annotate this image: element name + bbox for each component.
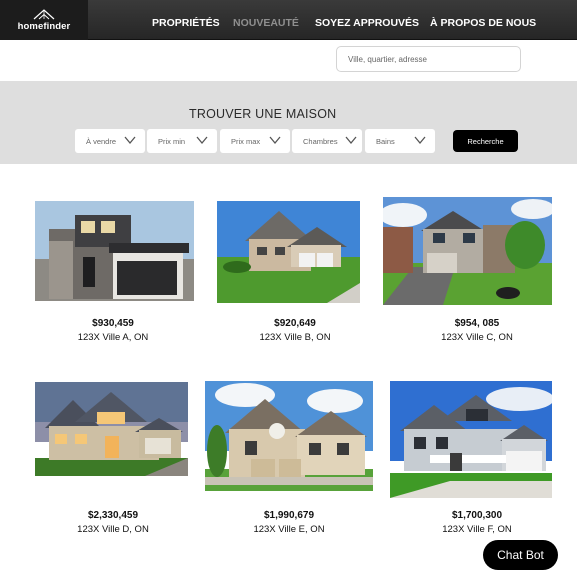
chevron-down-icon [414,136,426,144]
dropdown-label: À vendre [86,137,117,146]
logo-text: homefinder [17,20,71,32]
listing-price: $1,990,679 [263,510,315,521]
listing-address: 123X Ville C, ON [441,332,513,343]
listing-address: 123X Ville D, ON [77,524,149,535]
listing-photo[interactable] [35,201,194,301]
dropdown-prix-min[interactable]: Prix min [147,129,217,153]
listing-price: $920,649 [274,318,316,329]
chevron-down-icon [269,136,281,144]
listing-price: $954, 085 [454,318,500,329]
listing-address: 123X Ville E, ON [253,524,325,535]
listing-photo[interactable] [205,381,373,491]
listing-address: 123X Ville B, ON [259,332,331,343]
nav-item-a-propos[interactable]: À PROPOS DE NOUS [430,17,536,29]
search-button[interactable]: Recherche [453,130,518,152]
chevron-down-icon [196,136,208,144]
listing-price: $1,700,300 [451,510,503,521]
dropdown-label: Prix min [158,137,186,146]
dropdown-chambres[interactable]: Chambres [292,129,362,153]
dropdown-prix-max[interactable]: Prix max [220,129,290,153]
chevron-down-icon [345,136,357,144]
logo[interactable]: homefinder [0,0,88,40]
filter-title: TROUVER UNE MAISON [189,107,337,121]
listing-photo[interactable] [35,382,188,476]
nav-item-soyez-approuves[interactable]: SOYEZ APPROUVÉS [315,17,419,29]
listing-address: 123X Ville A, ON [77,332,149,343]
listing-photo[interactable] [217,201,360,303]
dropdown-label: Chambres [303,137,338,146]
chevron-down-icon [124,136,136,144]
search-input[interactable]: Ville, quartier, adresse [336,46,521,72]
house-roof-icon [33,8,55,19]
listing-photo[interactable] [390,381,552,498]
listing-photo[interactable] [383,197,552,305]
dropdown-type[interactable]: À vendre [75,129,145,153]
nav-item-proprietes[interactable]: PROPRIÉTÉS [152,17,220,29]
listing-price: $930,459 [92,318,134,329]
chat-bot-button[interactable]: Chat Bot [483,540,558,570]
dropdown-label: Bains [376,137,395,146]
nav-item-nouveaute[interactable]: NOUVEAUTÉ [233,17,299,29]
listing-price: $2,330,459 [87,510,139,521]
dropdown-label: Prix max [231,137,261,146]
top-navbar: homefinder PROPRIÉTÉS NOUVEAUTÉ SOYEZ AP… [0,0,577,40]
dropdown-bains[interactable]: Bains [365,129,435,153]
listing-address: 123X Ville F, ON [442,524,512,535]
